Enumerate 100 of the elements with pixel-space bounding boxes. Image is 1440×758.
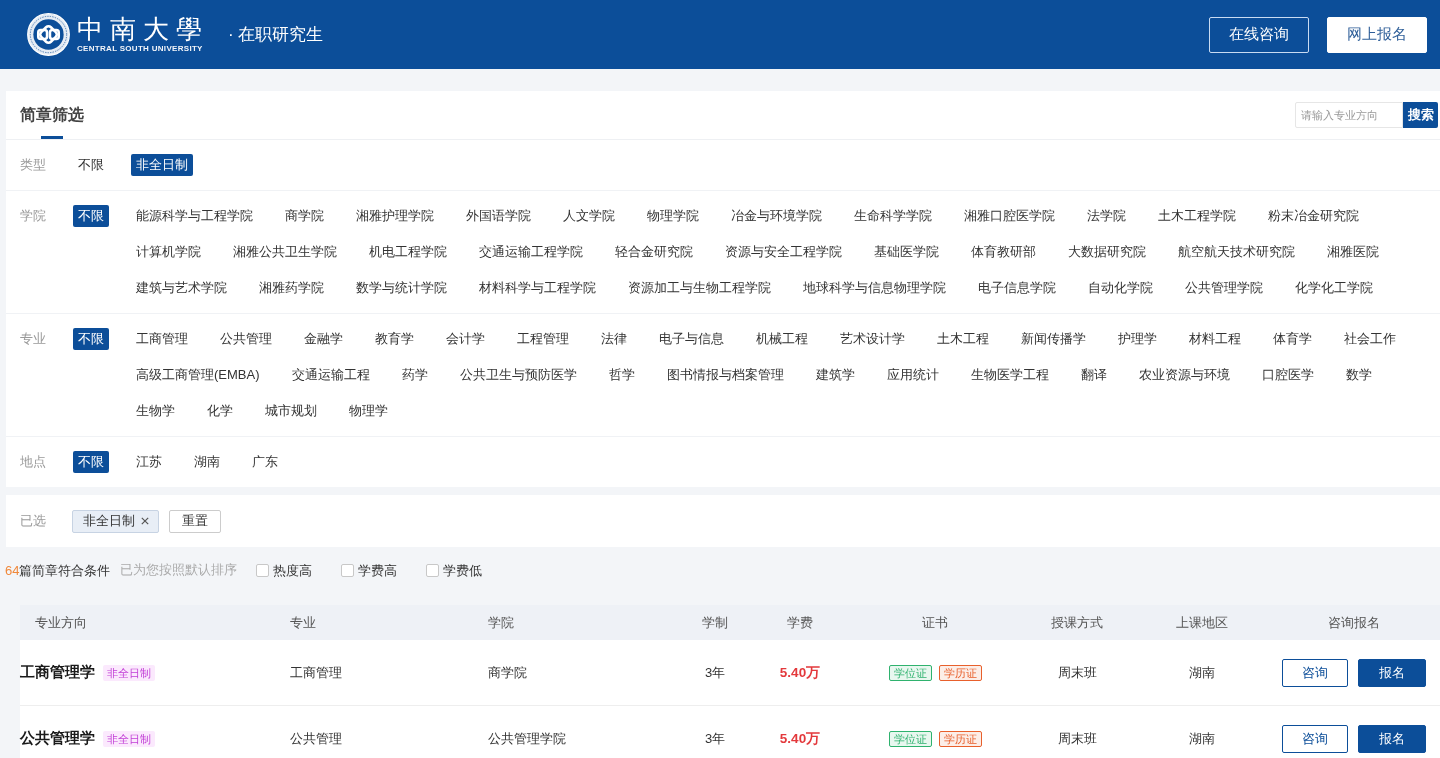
table-cell: 3年 (704, 729, 726, 748)
filter-option[interactable]: 人文学院 (558, 205, 620, 227)
filter-option[interactable]: 不限 (73, 328, 109, 350)
filter-option[interactable]: 广东 (247, 451, 283, 473)
filter-option[interactable]: 生物学 (131, 400, 180, 422)
filter-option[interactable]: 不限 (73, 451, 109, 473)
filter-option[interactable]: 体育学 (1268, 328, 1317, 350)
filter-option[interactable]: 体育教研部 (966, 241, 1041, 263)
filter-option[interactable]: 法律 (596, 328, 632, 350)
filter-option[interactable]: 湘雅护理学院 (351, 205, 439, 227)
action-button[interactable]: 咨询 (1282, 724, 1348, 753)
filter-option[interactable]: 土木工程学院 (1153, 205, 1241, 227)
filter-option[interactable]: 图书情报与档案管理 (661, 364, 789, 386)
filter-option[interactable]: 工商管理 (131, 328, 193, 350)
filter-option[interactable]: 数学 (1340, 364, 1377, 386)
panel-title: 简章筛选 (20, 105, 84, 125)
filter-option[interactable]: 资源与安全工程学院 (720, 241, 847, 263)
filter-option[interactable]: 物理学院 (642, 205, 704, 227)
filter-option[interactable]: 航空航天技术研究院 (1173, 241, 1300, 263)
filter-option[interactable]: 农业资源与环境 (1133, 364, 1235, 386)
sort-option[interactable]: 学费低 (426, 561, 483, 580)
filter-option[interactable]: 机电工程学院 (364, 241, 452, 263)
filter-option[interactable]: 物理学 (344, 400, 393, 422)
filter-option[interactable]: 翻译 (1075, 364, 1112, 386)
filter-option[interactable]: 交通运输工程学院 (474, 241, 588, 263)
study-mode-tag: 非全日制 (103, 664, 155, 681)
filter-option[interactable]: 计算机学院 (131, 241, 206, 263)
filter-option[interactable]: 高级工商管理(EMBA) (131, 364, 265, 386)
fee-amount: 5.40万 (779, 663, 821, 682)
filter-option[interactable]: 冶金与环境学院 (726, 205, 827, 227)
filter-option[interactable]: 口腔医学 (1256, 364, 1319, 386)
filter-option[interactable]: 会计学 (441, 328, 490, 350)
filter-option[interactable]: 地球科学与信息物理学院 (798, 277, 951, 299)
search-button[interactable]: 搜索 (1403, 102, 1438, 128)
filter-option[interactable]: 教育学 (370, 328, 419, 350)
filter-option[interactable]: 哲学 (603, 364, 640, 386)
filter-option[interactable]: 社会工作 (1339, 328, 1401, 350)
filter-option[interactable]: 金融学 (299, 328, 348, 350)
filter-option[interactable]: 城市规划 (260, 400, 322, 422)
filter-option[interactable]: 化学 (202, 400, 238, 422)
filter-option[interactable]: 公共管理 (215, 328, 277, 350)
filter-option[interactable]: 新闻传播学 (1016, 328, 1091, 350)
filter-option[interactable]: 非全日制 (131, 154, 193, 176)
filter-label: 学院 (19, 207, 47, 225)
checkbox[interactable] (426, 564, 440, 577)
filter-option[interactable]: 轻合金研究院 (610, 241, 698, 263)
filter-option[interactable]: 资源加工与生物工程学院 (623, 277, 776, 299)
filter-option[interactable]: 不限 (73, 154, 109, 176)
filter-option[interactable]: 土木工程 (932, 328, 994, 350)
action-button[interactable]: 报名 (1358, 658, 1426, 687)
filter-option[interactable]: 能源科学与工程学院 (131, 205, 258, 227)
sort-note: 已为您按照默认排序 (120, 562, 238, 579)
action-button[interactable]: 咨询 (1282, 658, 1348, 687)
filter-option[interactable]: 湘雅公共卫生学院 (228, 241, 342, 263)
sort-option[interactable]: 热度高 (256, 561, 313, 580)
filter-option[interactable]: 外国语学院 (461, 205, 536, 227)
filter-option[interactable]: 药学 (396, 364, 433, 386)
action-button[interactable]: 报名 (1358, 724, 1426, 753)
filter-option[interactable]: 生物医学工程 (965, 364, 1054, 386)
filter-option[interactable]: 护理学 (1113, 328, 1162, 350)
filter-option[interactable]: 基础医学院 (869, 241, 944, 263)
filter-label: 地点 (19, 453, 47, 471)
filter-option[interactable]: 应用统计 (881, 364, 944, 386)
filter-option[interactable]: 材料科学与工程学院 (474, 277, 601, 299)
filter-option[interactable]: 江苏 (131, 451, 167, 473)
filter-option[interactable]: 粉末冶金研究院 (1263, 205, 1364, 227)
filter-option[interactable]: 湘雅医院 (1322, 241, 1384, 263)
selected-filter-tag[interactable]: 非全日制 (72, 509, 159, 533)
filter-option[interactable]: 艺术设计学 (835, 328, 910, 350)
filter-option[interactable]: 湘雅口腔医学院 (959, 205, 1060, 227)
filter-option[interactable]: 公共管理学院 (1180, 277, 1268, 299)
column-header: 学制 (702, 613, 728, 632)
filter-option[interactable]: 材料工程 (1184, 328, 1246, 350)
header-button[interactable]: 在线咨询 (1209, 16, 1309, 53)
table-cell: 3年 (704, 663, 726, 682)
checkbox[interactable] (256, 564, 270, 577)
filter-option[interactable]: 建筑学 (810, 364, 860, 386)
filter-option[interactable]: 生命科学学院 (849, 205, 937, 227)
reset-button[interactable]: 重置 (169, 509, 221, 533)
filter-option[interactable]: 自动化学院 (1083, 277, 1158, 299)
filter-option[interactable]: 化学化工学院 (1290, 277, 1378, 299)
close-icon[interactable] (141, 517, 149, 525)
search-field[interactable]: 请输入专业方向 (1295, 102, 1403, 128)
filter-option[interactable]: 湘雅药学院 (254, 277, 329, 299)
filter-option[interactable]: 商学院 (280, 205, 329, 227)
filter-option[interactable]: 法学院 (1082, 205, 1131, 227)
filter-option[interactable]: 大数据研究院 (1063, 241, 1151, 263)
filter-option[interactable]: 数学与统计学院 (351, 277, 452, 299)
filter-option[interactable]: 工程管理 (512, 328, 574, 350)
header-button[interactable]: 网上报名 (1327, 16, 1427, 53)
filter-option[interactable]: 电子信息学院 (973, 277, 1061, 299)
checkbox[interactable] (341, 564, 355, 577)
filter-option[interactable]: 电子与信息 (654, 328, 729, 350)
filter-option[interactable]: 机械工程 (751, 328, 813, 350)
filter-option[interactable]: 建筑与艺术学院 (131, 277, 232, 299)
sort-option[interactable]: 学费高 (341, 561, 398, 580)
filter-option[interactable]: 湖南 (189, 451, 225, 473)
filter-option[interactable]: 交通运输工程 (286, 364, 375, 386)
filter-option[interactable]: 不限 (73, 205, 109, 227)
filter-option[interactable]: 公共卫生与预防医学 (454, 364, 582, 386)
